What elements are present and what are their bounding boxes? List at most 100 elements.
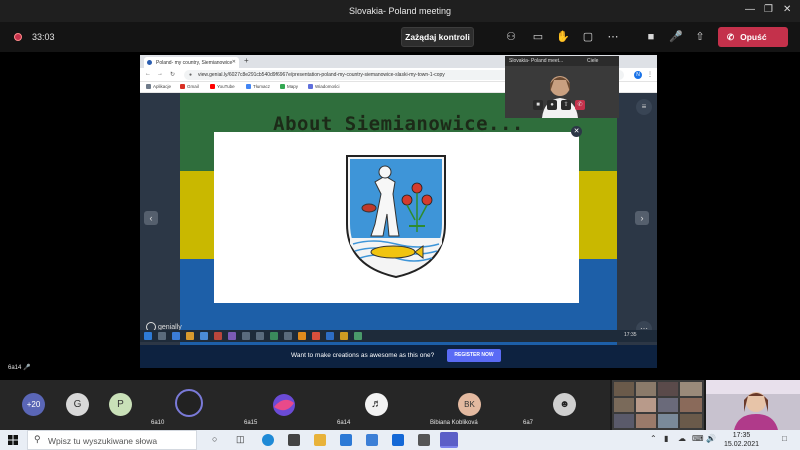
participant-name: 6a10 [151,420,165,426]
participant-initials: BK [458,393,481,416]
participants-icon[interactable]: ⚇ [504,30,518,44]
bookmark-apps[interactable]: Aplikacje [146,84,171,90]
taskbar-search-box[interactable]: ⚲ Wpisz tu wyszukiwane słowa [27,430,197,450]
edge-browser-icon[interactable] [262,434,274,446]
participant-tile[interactable]: 6a10 [143,380,236,430]
app-icon [340,332,348,340]
tray-chevron-icon[interactable]: ⌃ [650,434,657,443]
modal-close-icon[interactable]: ✕ [571,126,582,137]
participant-name: 6a7 [523,420,534,426]
youtube-icon [210,84,215,90]
cortana-icon[interactable]: ○ [212,434,217,444]
window-title: Slovakia- Poland meeting [348,6,452,16]
news-icon [308,84,313,90]
back-icon[interactable]: ← [145,71,151,77]
leave-label: Opuść [740,32,767,42]
translate-icon [246,84,251,90]
search-icon: ⚲ [34,434,41,444]
dropbox-icon[interactable] [392,434,404,446]
office-icon [214,332,222,340]
presenter-video-title: Slovakia- Poland meet... Ciele [505,56,619,66]
camera-icon[interactable]: ■ [644,30,658,44]
presenter-hangup-icon[interactable]: ✆ [575,100,585,110]
tab-close-icon[interactable]: ✕ [232,59,236,65]
reload-icon[interactable]: ↻ [170,71,175,78]
participant-avatar-image: ☻ [553,393,576,416]
bookmark-translate[interactable]: Tłumacz [246,84,270,90]
maximize-icon[interactable]: ❐ [764,4,773,15]
network-icon[interactable]: ⌨ [692,434,704,443]
presenter-share-icon[interactable]: ⇧ [561,100,571,110]
share-screen-icon[interactable]: ⇧ [693,30,707,44]
new-tab-icon[interactable]: + [244,56,249,65]
file-explorer-icon[interactable] [314,434,326,446]
forward-icon[interactable]: → [157,71,163,77]
image-modal [214,132,579,303]
more-options-icon[interactable]: ⋯ [606,30,620,44]
bookmark-youtube[interactable]: YouTube [210,84,235,90]
presenter-camera-icon[interactable]: ■ [533,100,543,110]
self-camera-thumbnail [706,380,800,430]
next-slide-arrow[interactable]: › [635,211,649,225]
meeting-timer: 33:03 [32,32,55,42]
gallery-thumbnail [612,380,704,430]
gmail-icon [180,84,185,90]
participant-tile[interactable]: BK Bibiana Kobliková [422,380,515,430]
presenter-person-icon [542,76,578,118]
app-icon [256,332,264,340]
raise-hand-icon[interactable]: ✋ [556,30,570,44]
edge-icon [172,332,180,340]
rooms-icon[interactable]: ▢ [581,30,595,44]
participant-name: 6a14 [337,420,351,426]
app-icon [354,332,362,340]
clock-date: 15.02.2021 [724,441,760,448]
presenter-video-tag: Ciele [587,58,599,64]
participant-strip: +20 G P 6a10 6a15 ♬ 6a14 BK Bibiana Kobl… [0,380,800,430]
windows-start-icon[interactable] [8,435,18,445]
mail-icon[interactable] [340,434,352,446]
app-icon [312,332,320,340]
teams-icon [228,332,236,340]
participant-tile[interactable]: 6a15 [236,380,329,430]
windows-taskbar: ⚲ Wpisz tu wyszukiwane słowa ○ ◫ ⌃ ▮ ☁ ⌨… [0,430,800,450]
minimize-icon[interactable]: — [745,4,755,15]
participant-avatar-image: ♬ [365,393,388,416]
presentation-menu-icon[interactable]: ≡ [636,99,652,115]
mail-app-icon[interactable] [366,434,378,446]
app-icon [298,332,306,340]
bookmark-gmail[interactable]: Gmail [180,84,199,90]
app-icon[interactable] [418,434,430,446]
presenter-mic-icon[interactable]: ● [547,100,557,110]
participant-tile[interactable]: ☻ 6a7 [515,380,610,430]
chat-icon[interactable]: ▭ [531,30,545,44]
avatar-group-tile: +20 G P [0,380,143,430]
browser-menu-icon[interactable]: ⋮ [647,71,653,78]
app-icon [284,332,292,340]
browser-tab[interactable]: Poland- my country, Siemianowice ✕ [144,57,239,68]
task-view-icon[interactable]: ◫ [236,434,245,445]
genially-favicon-icon [147,60,152,65]
close-icon[interactable]: ✕ [783,4,791,15]
store-icon[interactable] [288,434,300,446]
volume-icon[interactable]: 🔊 [706,434,716,443]
folder-icon [186,332,194,340]
previous-slide-arrow[interactable]: ‹ [144,211,158,225]
bookmark-news[interactable]: Wiadomości [308,84,340,90]
overflow-participants-button[interactable]: +20 [22,393,45,416]
app-icon [242,332,250,340]
bookmark-maps[interactable]: Mapy [280,84,298,90]
microphone-muted-icon[interactable]: 🎤 [669,30,683,44]
cloud-icon[interactable]: ☁ [678,434,686,443]
teams-taskbar-icon[interactable] [440,432,458,448]
battery-icon[interactable]: ▮ [664,434,668,443]
participant-avatar[interactable]: G [66,393,89,416]
leave-button[interactable]: ✆ Opuść [718,27,788,47]
app-icon [270,332,278,340]
request-control-button[interactable]: Zażądaj kontroli [401,27,474,47]
lock-icon: ● [189,72,193,78]
notifications-icon[interactable]: □ [782,434,787,443]
participant-tile[interactable]: ♬ 6a14 [329,380,422,430]
participant-avatar[interactable]: P [109,393,132,416]
taskbar-clock[interactable]: 17:35 15.02.2021 [724,431,759,449]
profile-avatar[interactable]: N [634,71,642,79]
